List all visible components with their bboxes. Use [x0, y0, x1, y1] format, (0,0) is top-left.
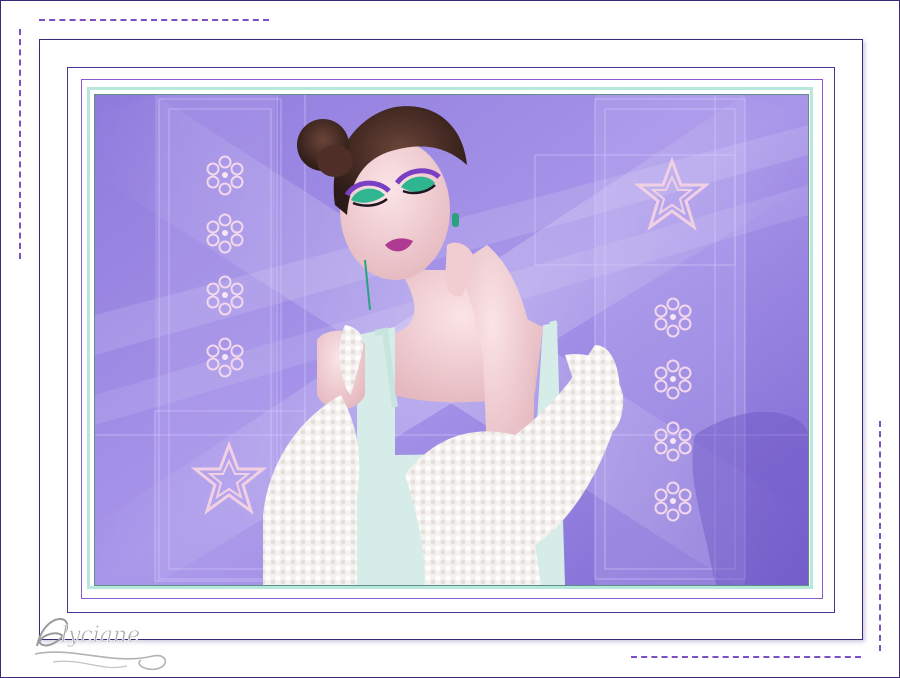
left-dash-line — [19, 29, 21, 259]
bottom-right-dash-line — [631, 656, 861, 658]
signature-logo: lyciane — [34, 618, 167, 671]
artwork-illustration — [95, 95, 808, 585]
artwork-canvas — [94, 94, 809, 586]
framed-artwork: lyciane — [0, 0, 900, 678]
svg-text:lyciane: lyciane — [61, 623, 140, 648]
top-left-dash-line — [39, 19, 269, 21]
right-dash-line — [879, 421, 881, 651]
